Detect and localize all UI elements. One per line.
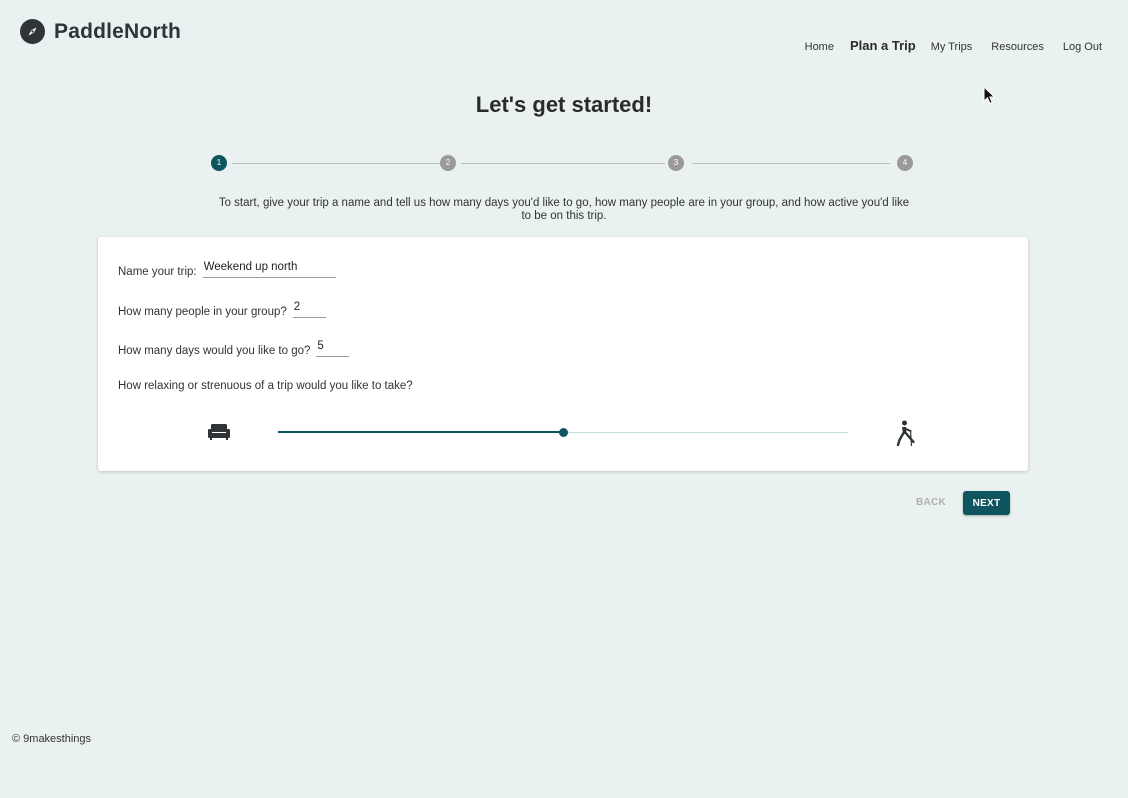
activity-label: How relaxing or strenuous of a trip woul… bbox=[118, 380, 413, 392]
back-button[interactable]: BACK bbox=[907, 491, 955, 514]
nav-my-trips[interactable]: My Trips bbox=[931, 41, 973, 53]
stepper: 1 2 3 4 bbox=[211, 155, 915, 171]
trip-name-label: Name your trip: bbox=[118, 266, 197, 278]
people-label: How many people in your group? bbox=[118, 306, 287, 318]
nav-home[interactable]: Home bbox=[805, 41, 834, 53]
trip-form-card: Name your trip: How many people in your … bbox=[98, 237, 1028, 471]
step-connector bbox=[232, 163, 442, 164]
compass-icon bbox=[20, 19, 45, 44]
hiking-icon bbox=[896, 420, 916, 451]
footer-copyright: © 9makesthings bbox=[12, 733, 92, 745]
brand-name: PaddleNorth bbox=[54, 19, 182, 43]
slider-track bbox=[278, 431, 563, 433]
step-connector bbox=[461, 163, 665, 164]
step-2[interactable]: 2 bbox=[440, 155, 456, 171]
people-input[interactable] bbox=[292, 300, 326, 318]
trip-name-input[interactable] bbox=[202, 260, 336, 278]
nav-log-out[interactable]: Log Out bbox=[1063, 41, 1102, 53]
step-1[interactable]: 1 bbox=[211, 155, 227, 171]
days-input[interactable] bbox=[316, 339, 350, 357]
step-4[interactable]: 4 bbox=[897, 155, 913, 171]
activity-slider[interactable] bbox=[278, 422, 848, 442]
sofa-icon bbox=[208, 424, 230, 445]
intro-text: To start, give your trip a name and tell… bbox=[218, 197, 910, 222]
step-3[interactable]: 3 bbox=[668, 155, 684, 171]
header: PaddleNorth Home Plan a Trip My Trips Re… bbox=[0, 0, 1128, 70]
step-connector bbox=[692, 163, 890, 164]
nav-resources[interactable]: Resources bbox=[991, 41, 1044, 53]
page-title: Let's get started! bbox=[475, 92, 653, 117]
days-row: How many days would you like to go? bbox=[118, 339, 350, 357]
main-nav: Home Plan a Trip My Trips Resources Log … bbox=[786, 38, 1102, 53]
next-button[interactable]: NEXT bbox=[963, 491, 1010, 515]
days-label: How many days would you like to go? bbox=[118, 345, 311, 357]
people-row: How many people in your group? bbox=[118, 300, 326, 318]
nav-plan-a-trip[interactable]: Plan a Trip bbox=[850, 38, 916, 53]
brand[interactable]: PaddleNorth bbox=[20, 19, 181, 44]
slider-thumb[interactable] bbox=[559, 428, 568, 437]
trip-name-row: Name your trip: bbox=[118, 260, 336, 278]
